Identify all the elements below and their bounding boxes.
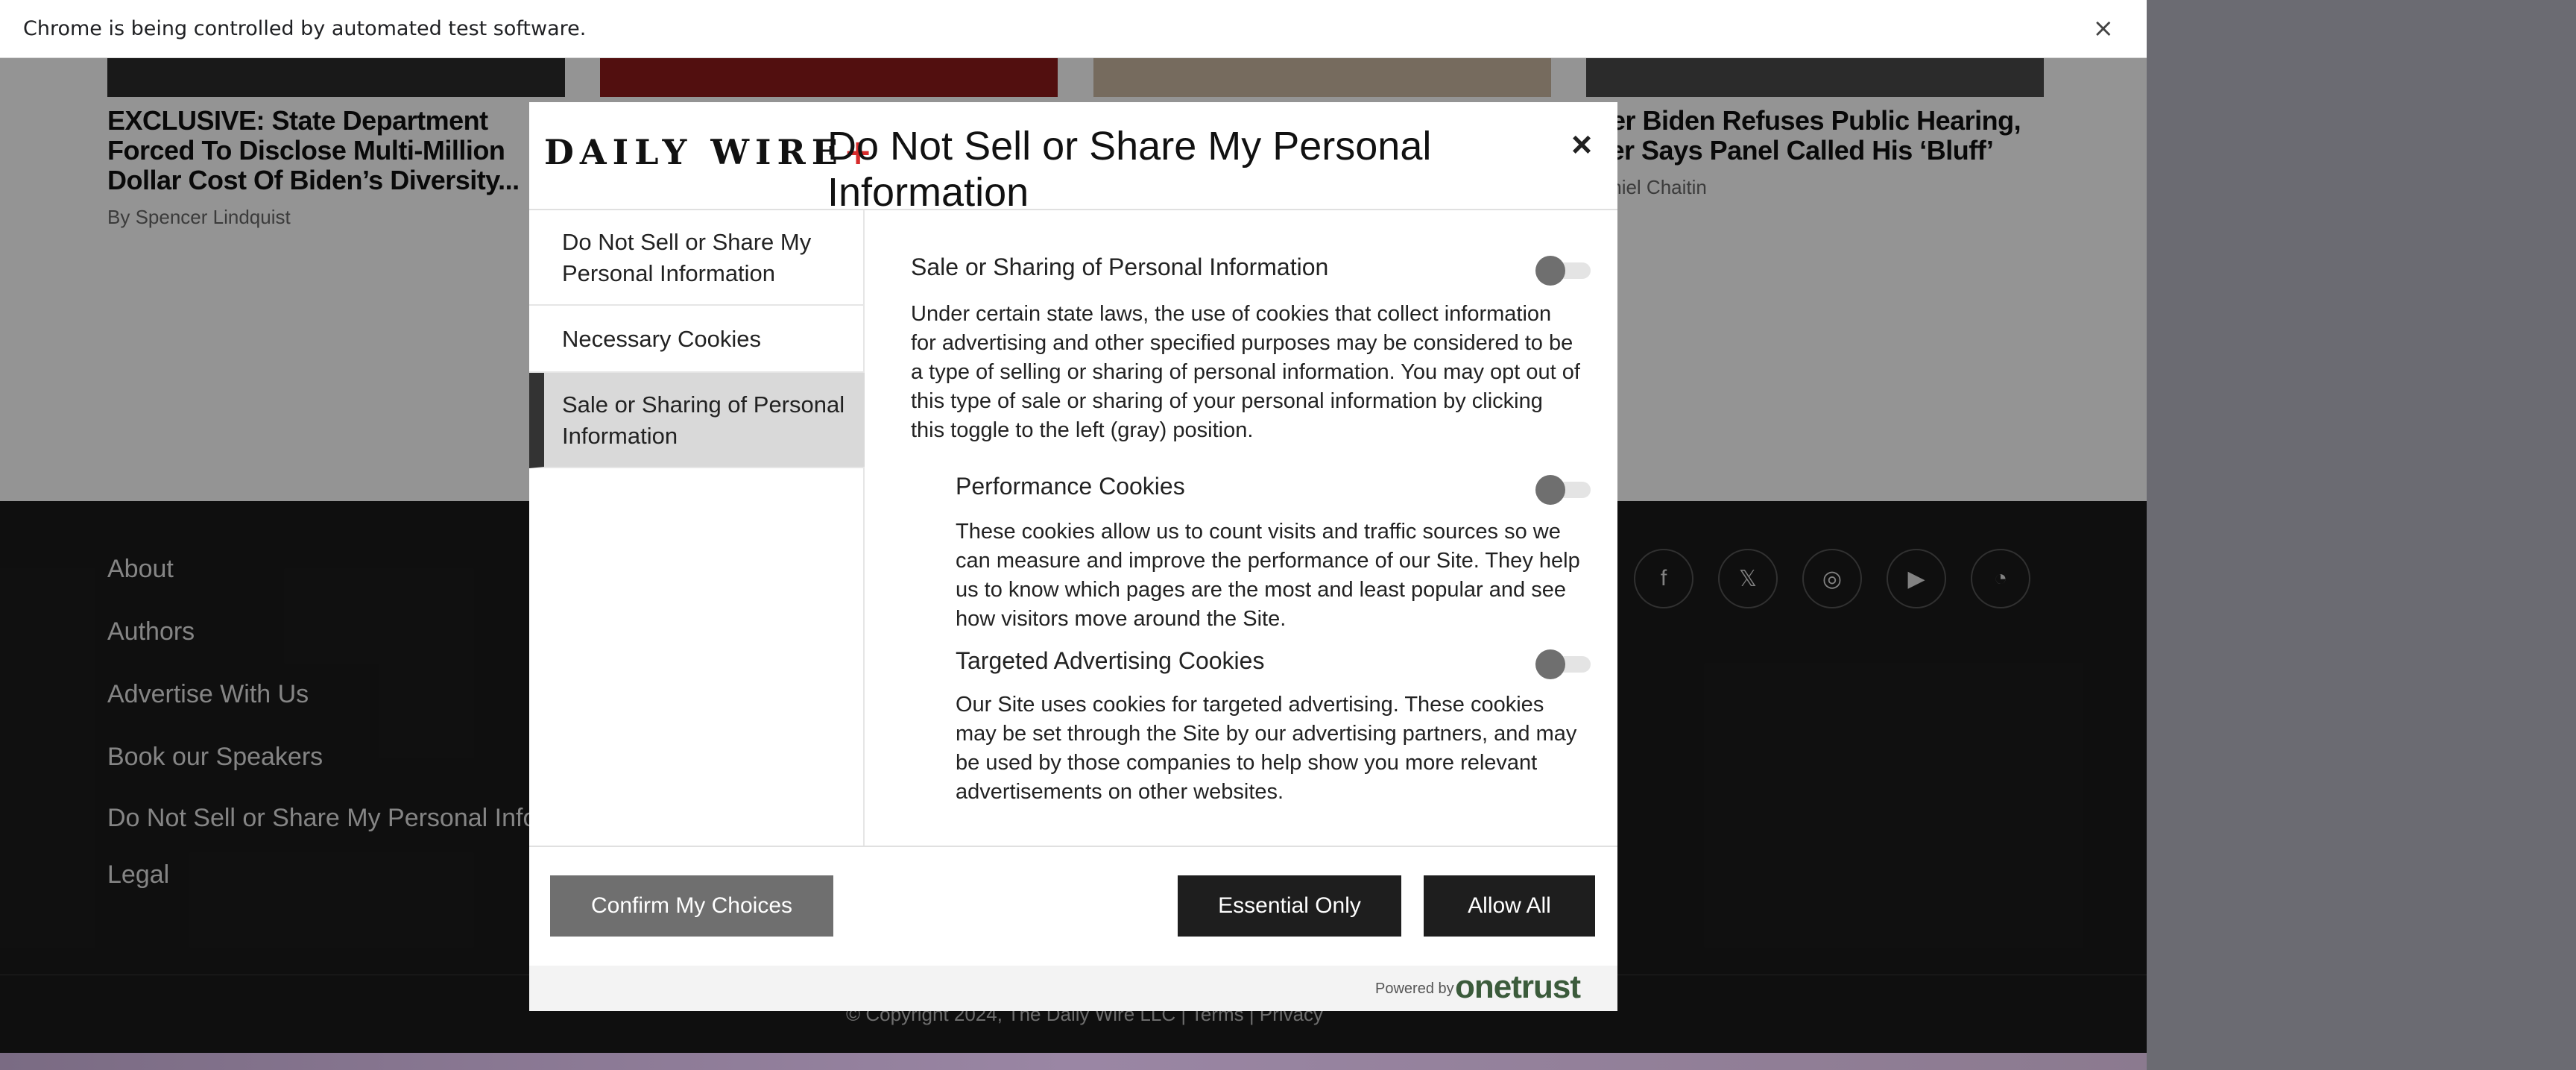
toggle-targeted[interactable] [1535, 649, 1591, 679]
automation-infobar: Chrome is being controlled by automated … [0, 0, 2147, 58]
section-desc-sale-sharing: Under certain state laws, the use of coo… [911, 302, 1580, 442]
toggle-knob[interactable] [1535, 475, 1565, 505]
preferences-menu: Do Not Sell or Share My Personal Informa… [529, 210, 865, 956]
modal-footer: Confirm My Choices Essential Only Allow … [529, 846, 1617, 965]
confirm-choices-button[interactable]: Confirm My Choices [550, 875, 833, 937]
close-icon[interactable]: × [1571, 125, 1592, 166]
powered-by-text: Powered by [1375, 981, 1454, 997]
desktop-background [2147, 0, 2576, 1070]
section-desc-performance: These cookies allow us to count visits a… [956, 520, 1580, 631]
toggle-knob[interactable] [1535, 649, 1565, 679]
allow-all-button[interactable]: Allow All [1424, 875, 1595, 937]
section-title-targeted: Targeted Advertising Cookies [956, 647, 1265, 674]
toggle-sale-sharing[interactable] [1535, 256, 1591, 286]
toggle-knob[interactable] [1535, 256, 1565, 286]
privacy-preferences-modal: DAILY WIRE+ Do Not Sell or Share My Pers… [529, 102, 1617, 1011]
essential-only-button[interactable]: Essential Only [1178, 875, 1401, 937]
modal-header: DAILY WIRE+ Do Not Sell or Share My Pers… [529, 102, 1617, 215]
onetrust-logo[interactable]: onetrust [1455, 969, 1581, 1006]
section-desc-targeted: Our Site uses cookies for targeted adver… [956, 693, 1577, 804]
toggle-performance[interactable] [1535, 475, 1591, 505]
menu-item-sale-sharing[interactable]: Sale or Sharing of Personal Information [529, 373, 865, 468]
menu-item-necessary-cookies[interactable]: Necessary Cookies [529, 306, 865, 373]
menu-item-do-not-sell[interactable]: Do Not Sell or Share My Personal Informa… [529, 210, 865, 306]
section-title-sale-sharing: Sale or Sharing of Personal Information [911, 254, 1329, 280]
powered-by-bar: Powered by onetrust [529, 966, 1617, 1011]
infobar-close-icon[interactable]: × [2093, 13, 2115, 43]
preferences-content: Sale or Sharing of Personal Information … [865, 210, 1617, 948]
logo-text: DAILY WIRE [544, 132, 844, 172]
modal-title: Do Not Sell or Share My Personal Informa… [827, 124, 1432, 215]
infobar-text: Chrome is being controlled by automated … [23, 17, 587, 40]
section-title-performance: Performance Cookies [956, 473, 1185, 500]
taskbar-strip [0, 1053, 2147, 1070]
